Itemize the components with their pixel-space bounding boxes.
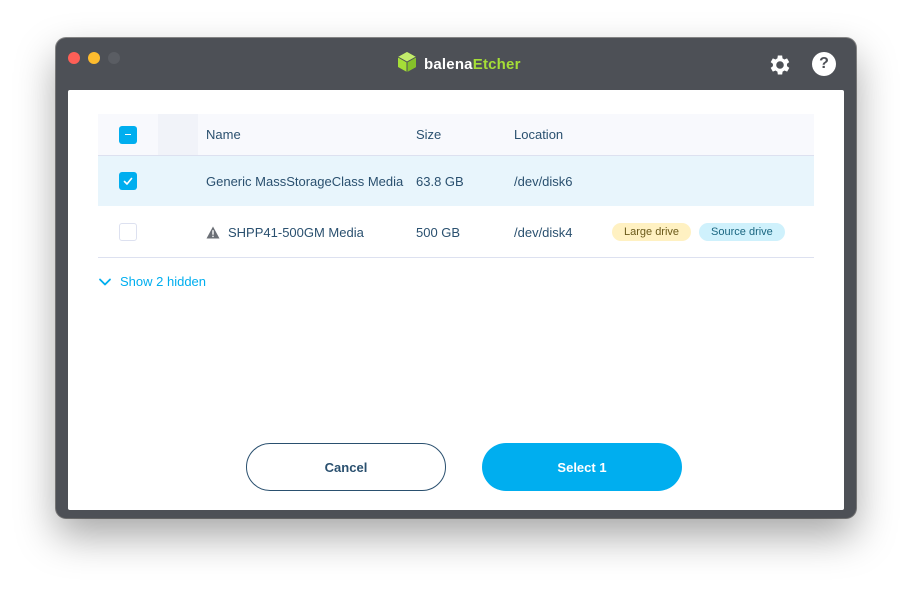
brand-accent: Etcher — [472, 55, 521, 73]
row-checkbox-cell — [98, 207, 158, 257]
drive-name: SHPP41-500GM Media — [228, 224, 364, 240]
drive-selector-panel: Name Size Location Generic MassStorageCl… — [68, 90, 844, 510]
source-drive-badge: Source drive — [699, 223, 785, 241]
row-checkbox[interactable] — [119, 172, 137, 190]
app-brand: balenaEtcher — [396, 51, 521, 78]
column-header-name[interactable]: Name — [206, 127, 241, 142]
close-window-button[interactable] — [68, 52, 80, 64]
row-checkbox-cell — [98, 156, 158, 206]
drive-location: /dev/disk4 — [514, 224, 573, 240]
app-title: balenaEtcher — [424, 56, 521, 73]
show-hidden-toggle[interactable]: Show 2 hidden — [98, 274, 206, 289]
column-header-location[interactable]: Location — [514, 127, 563, 142]
etcher-logo-icon — [396, 51, 418, 78]
drive-table: Name Size Location Generic MassStorageCl… — [98, 114, 814, 258]
large-drive-badge: Large drive — [612, 223, 692, 241]
maximize-window-button[interactable] — [108, 52, 120, 64]
select-all-cell — [98, 114, 158, 155]
gear-icon[interactable] — [766, 51, 794, 79]
warning-icon — [206, 226, 220, 238]
drive-row[interactable]: SHPP41-500GM Media 500 GB /dev/disk4 Lar… — [98, 207, 814, 258]
chevron-down-icon — [99, 278, 111, 285]
drive-name-cell: SHPP41-500GM Media — [206, 225, 364, 240]
drive-row[interactable]: Generic MassStorageClass Media 63.8 GB /… — [98, 156, 814, 207]
cancel-button[interactable]: Cancel — [246, 443, 446, 491]
help-icon[interactable]: ? — [812, 52, 836, 76]
app-window: balenaEtcher ? Name Size Location Generi… — [56, 38, 856, 518]
minimize-window-button[interactable] — [88, 52, 100, 64]
brand-primary: balena — [424, 55, 473, 73]
column-header-size[interactable]: Size — [416, 127, 441, 142]
drive-size: 500 GB — [416, 224, 461, 240]
drive-name: Generic MassStorageClass Media — [206, 173, 404, 189]
drive-size: 63.8 GB — [416, 173, 464, 189]
checkmark-icon — [123, 177, 133, 185]
select-button[interactable]: Select 1 — [482, 443, 682, 491]
table-header: Name Size Location — [98, 114, 814, 156]
drive-location: /dev/disk6 — [514, 173, 573, 189]
drive-badges: Large drive Source drive — [612, 223, 785, 241]
show-hidden-label: Show 2 hidden — [120, 274, 207, 289]
row-checkbox[interactable] — [119, 223, 137, 241]
select-all-checkbox[interactable] — [119, 125, 137, 144]
help-glyph: ? — [819, 55, 829, 72]
